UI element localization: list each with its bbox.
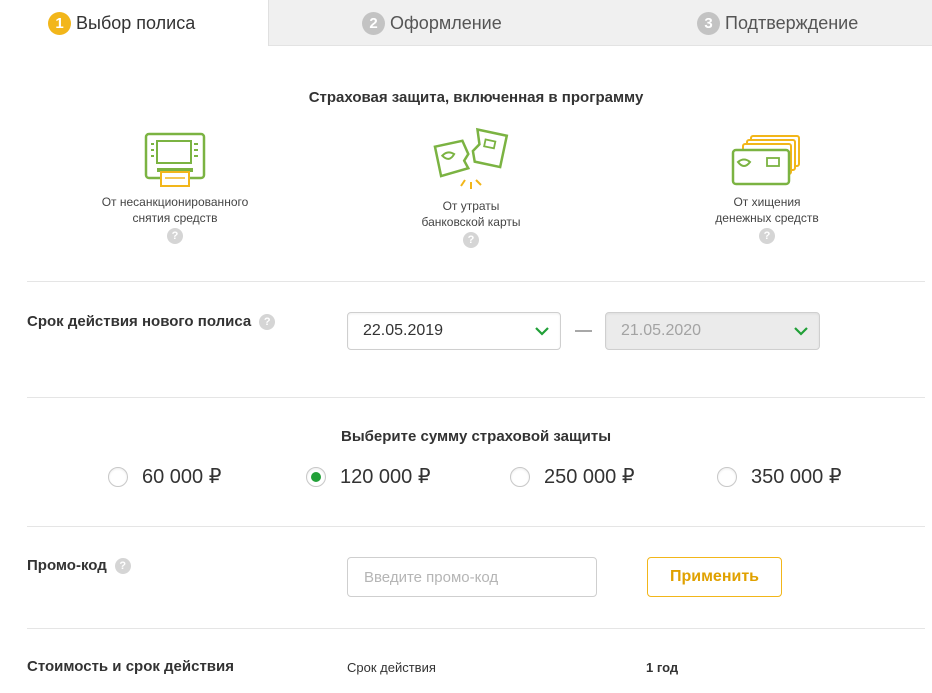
radio-button[interactable] [108, 466, 128, 487]
protection-title: Страховая защита, включенная в программу [308, 89, 644, 106]
amount-option-120000[interactable]: 120 000 ₽ [306, 464, 431, 489]
amount-option-350000[interactable]: 350 000 ₽ [717, 464, 842, 489]
feature-money-theft: От хищения денежных средств ? [667, 132, 867, 244]
help-icon[interactable]: ? [463, 232, 479, 248]
feature-unauthorized-withdrawal: От несанкционированного снятия средств ? [75, 132, 275, 244]
term-duration-label: Срок действия [347, 660, 436, 675]
tab-label: Подтверждение [725, 12, 859, 33]
help-icon[interactable]: ? [759, 228, 775, 244]
atm-icon [144, 132, 206, 187]
start-date-select[interactable]: 22.05.2019 [347, 312, 561, 350]
radio-button[interactable] [306, 466, 326, 487]
help-icon[interactable]: ? [259, 313, 276, 330]
amount-option-label: 60 000 ₽ [142, 466, 222, 488]
date-range-dash [575, 330, 592, 332]
tab-registration[interactable]: 2 Оформление [362, 0, 502, 46]
cards-stack-icon [731, 135, 800, 186]
amount-title: Выберите сумму страховой защиты [340, 428, 611, 445]
amount-option-label: 250 000 ₽ [544, 466, 635, 488]
radio-button[interactable] [510, 466, 530, 487]
step-number-2: 2 [362, 11, 385, 35]
feature-card-loss: От утраты банковской карты ? [371, 126, 571, 248]
cost-label: Стоимость и срок действия [27, 658, 235, 675]
divider [27, 397, 925, 398]
step-number-1: 1 [48, 11, 71, 35]
divider [27, 281, 925, 282]
broken-card-icon [433, 127, 509, 189]
tab-policy-choice[interactable]: 1 Выбор полиса [0, 0, 269, 46]
promo-label: Промо-код ? [27, 557, 131, 574]
radio-button[interactable] [717, 466, 737, 487]
feature-caption: От хищения денежных средств [715, 195, 819, 225]
promo-code-input[interactable] [347, 557, 597, 597]
start-date-value: 22.05.2019 [363, 322, 444, 339]
end-date-value: 21.05.2020 [621, 322, 702, 339]
tab-label: Оформление [390, 12, 502, 33]
step-number-3: 3 [697, 11, 720, 35]
amount-option-label: 350 000 ₽ [751, 466, 842, 488]
divider [27, 526, 925, 527]
help-icon[interactable]: ? [114, 557, 131, 574]
tab-confirmation[interactable]: 3 Подтверждение [697, 0, 858, 46]
term-label: Срок действия нового полиса ? [27, 313, 276, 330]
chevron-down-icon [535, 327, 549, 336]
amount-option-250000[interactable]: 250 000 ₽ [510, 464, 635, 489]
tab-label: Выбор полиса [76, 12, 196, 33]
term-duration-value: 1 год [646, 660, 679, 675]
feature-caption: От утраты банковской карты [421, 199, 521, 229]
feature-caption: От несанкционированного снятия средств [101, 195, 249, 225]
help-icon[interactable]: ? [167, 228, 183, 244]
chevron-down-icon [794, 327, 808, 336]
divider [27, 628, 925, 629]
apply-promo-button[interactable]: Применить [647, 557, 782, 597]
amount-option-label: 120 000 ₽ [340, 466, 431, 488]
end-date-select: 21.05.2020 [605, 312, 820, 350]
amount-option-60000[interactable]: 60 000 ₽ [108, 464, 221, 489]
step-tabs: 1 Выбор полиса 2 Оформление 3 Подтвержде… [0, 0, 932, 46]
